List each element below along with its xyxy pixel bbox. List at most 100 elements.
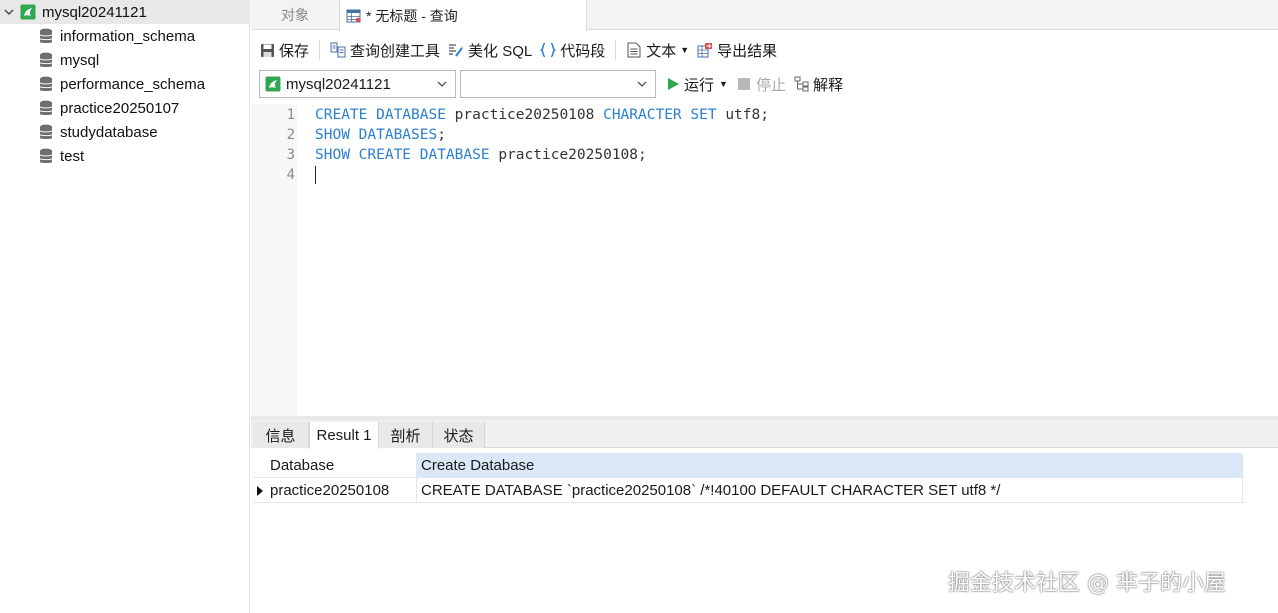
mysql-connection-icon [265,76,281,92]
sql-text: utf8; [716,107,769,123]
tab-info[interactable]: 信息 [253,422,309,448]
beautify-sql-label: 美化 SQL [468,42,533,60]
export-icon [697,42,713,58]
export-results-label: 导出结果 [717,42,778,60]
sql-keyword: CREATE DATABASE [315,107,446,123]
editor-tabbar: 对象 * 无标题 - 查询 [251,0,1278,31]
beautify-sql-button[interactable]: 美化 SQL [444,37,536,63]
code-line[interactable]: SHOW DATABASES; [315,125,1278,145]
database-icon [38,75,54,93]
explain-label: 解释 [812,76,843,94]
save-button[interactable]: 保存 [255,37,313,63]
query-builder-label: 查询创建工具 [350,42,441,60]
run-button[interactable]: 运行 ▼ [666,74,728,95]
watermark: 掘金技术社区 @ 芈子的小屋 [948,571,1226,596]
database-item[interactable]: information_schema [0,24,250,48]
database-select[interactable] [460,70,656,98]
connection-selector-bar: mysql20241121 运行 ▼ 停止 解释 [251,69,1278,99]
tab-query-label: * 无标题 - 查询 [366,7,458,24]
line-number: 3 [286,147,295,163]
chevron-down-icon [635,77,649,91]
database-label: studydatabase [60,123,158,141]
dropdown-caret-icon: ▼ [680,45,690,55]
database-list: information_schema mysql performance_sch… [0,24,250,168]
database-item[interactable]: mysql [0,48,250,72]
result-tabbar: 信息 Result 1 剖析 状态 [251,420,1278,449]
database-label: performance_schema [60,75,206,93]
database-item[interactable]: performance_schema [0,72,250,96]
query-builder-button[interactable]: 查询创建工具 [326,37,444,63]
mysql-connection-icon [20,4,36,20]
database-label: mysql [60,51,100,69]
column-header-database[interactable]: Database [266,453,417,478]
grid-header-row: Database Create Database [253,453,1245,478]
query-toolbar: 保存 查询创建工具 美化 SQL 代码段 文本 ▼ 导出结果 [251,36,1278,64]
database-icon [38,99,54,117]
line-number: 4 [286,167,295,183]
connection-node[interactable]: mysql20241121 [0,0,250,24]
sql-text: ; [437,127,446,143]
code-line[interactable]: SHOW CREATE DATABASE practice20250108; [315,145,1278,165]
query-table-icon [346,8,362,24]
sql-keyword: SHOW CREATE DATABASE [315,147,490,163]
main-area: 对象 * 无标题 - 查询 保存 查询创建工具 美化 SQL 代码段 文本 ▼ … [251,0,1278,613]
column-header-create-database[interactable]: Create Database [417,453,1243,478]
code-line[interactable]: CREATE DATABASE practice20250108 CHARACT… [315,105,1278,125]
code-snippet-label: 代码段 [560,42,606,60]
stop-label: 停止 [755,76,786,94]
stop-icon [737,78,750,90]
text-caret [315,166,316,184]
sql-keyword: SHOW DATABASES [315,127,438,143]
navigator-sidebar: mysql20241121 information_schema mysql p… [0,0,250,613]
beautify-sql-icon [448,42,465,58]
sql-text: practice20250108; [489,147,647,163]
chevron-down-icon [435,77,449,91]
tab-query[interactable]: * 无标题 - 查询 [339,0,587,31]
code-line[interactable] [315,165,1278,185]
database-icon [38,27,54,45]
database-item[interactable]: studydatabase [0,120,250,144]
table-row[interactable]: practice20250108 CREATE DATABASE `practi… [253,478,1245,503]
line-number-gutter: 1 2 3 4 [251,104,297,416]
tab-objects[interactable]: 对象 [251,0,339,30]
code-area[interactable]: CREATE DATABASE practice20250108 CHARACT… [315,105,1278,185]
connection-select-value: mysql20241121 [286,75,391,93]
explain-icon [794,76,810,92]
export-results-button[interactable]: 导出结果 [693,37,781,63]
toolbar-divider [319,40,321,60]
result-grid: Database Create Database practice2025010… [253,453,1245,503]
query-builder-icon [330,42,346,58]
explain-button[interactable]: 解释 [794,74,843,95]
database-label: information_schema [60,27,196,45]
database-icon [38,51,54,69]
tab-profile[interactable]: 剖析 [379,422,433,448]
save-icon [259,42,275,58]
text-mode-button[interactable]: 文本 ▼ [622,37,693,63]
cell-database[interactable]: practice20250108 [266,478,417,503]
database-icon [38,123,54,141]
save-label: 保存 [279,42,310,60]
database-icon [38,147,54,165]
toolbar-divider [615,40,617,60]
line-number: 2 [286,127,295,143]
sql-editor[interactable]: 1 2 3 4 CREATE DATABASE practice20250108… [251,104,1278,416]
sql-keyword: CHARACTER SET [603,107,717,123]
dropdown-caret-icon: ▼ [719,79,728,89]
database-label: test [60,147,85,165]
text-mode-label: 文本 [646,42,677,60]
sql-text: practice20250108 [445,107,604,123]
database-item[interactable]: test [0,144,250,168]
code-snippet-button[interactable]: 代码段 [536,37,609,63]
tab-result-1[interactable]: Result 1 [309,422,379,449]
run-label: 运行 [684,76,715,94]
database-item[interactable]: practice20250107 [0,96,250,120]
text-document-icon [626,42,642,58]
connection-select[interactable]: mysql20241121 [259,70,456,98]
row-header-corner [253,453,266,478]
stop-button[interactable]: 停止 [737,74,786,95]
chevron-down-icon[interactable] [0,0,18,24]
line-number: 1 [286,107,295,123]
tab-status[interactable]: 状态 [433,422,485,448]
cell-create-database[interactable]: CREATE DATABASE `practice20250108` /*!40… [417,478,1243,503]
database-label: practice20250107 [60,99,180,117]
